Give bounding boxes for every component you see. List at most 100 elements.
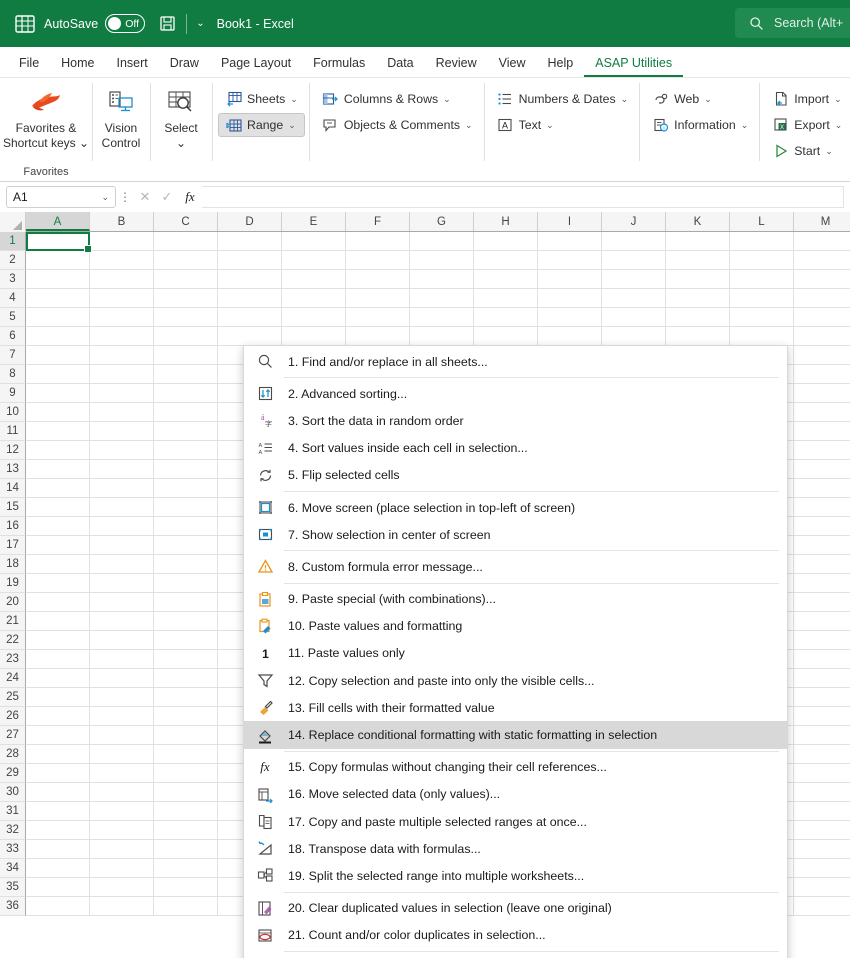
row-header-15[interactable]: 15 xyxy=(0,498,26,517)
cell-M21[interactable] xyxy=(794,612,850,631)
row-header-18[interactable]: 18 xyxy=(0,555,26,574)
tab-help[interactable]: Help xyxy=(537,49,585,77)
cell-A20[interactable] xyxy=(26,593,90,612)
autosave-toggle[interactable]: Off xyxy=(105,14,146,33)
tab-home[interactable]: Home xyxy=(50,49,105,77)
cell-G2[interactable] xyxy=(410,251,474,270)
cell-C21[interactable] xyxy=(154,612,218,631)
cell-B4[interactable] xyxy=(90,289,154,308)
cell-C23[interactable] xyxy=(154,650,218,669)
cell-A30[interactable] xyxy=(26,783,90,802)
cell-D3[interactable] xyxy=(218,270,282,289)
menu-item-7[interactable]: 7. Show selection in center of screen xyxy=(244,521,787,548)
cell-B14[interactable] xyxy=(90,479,154,498)
start-button[interactable]: Start ⌄ xyxy=(765,139,849,163)
cell-B8[interactable] xyxy=(90,365,154,384)
cell-B29[interactable] xyxy=(90,764,154,783)
cell-A27[interactable] xyxy=(26,726,90,745)
cell-B22[interactable] xyxy=(90,631,154,650)
row-header-22[interactable]: 22 xyxy=(0,631,26,650)
cell-L4[interactable] xyxy=(730,289,794,308)
cell-A10[interactable] xyxy=(26,403,90,422)
tab-view[interactable]: View xyxy=(488,49,537,77)
cell-G1[interactable] xyxy=(410,232,474,251)
cell-C29[interactable] xyxy=(154,764,218,783)
cell-D5[interactable] xyxy=(218,308,282,327)
cell-E2[interactable] xyxy=(282,251,346,270)
cell-D1[interactable] xyxy=(218,232,282,251)
cell-I5[interactable] xyxy=(538,308,602,327)
cell-C14[interactable] xyxy=(154,479,218,498)
cell-M32[interactable] xyxy=(794,821,850,840)
cell-A14[interactable] xyxy=(26,479,90,498)
cell-G6[interactable] xyxy=(410,327,474,346)
cell-C28[interactable] xyxy=(154,745,218,764)
cell-K1[interactable] xyxy=(666,232,730,251)
cell-D6[interactable] xyxy=(218,327,282,346)
range-dropdown-menu[interactable]: 1. Find and/or replace in all sheets... 2… xyxy=(243,345,788,958)
menu-item-2[interactable]: 2. Advanced sorting... xyxy=(244,380,787,407)
row-header-33[interactable]: 33 xyxy=(0,840,26,859)
cell-B16[interactable] xyxy=(90,517,154,536)
row-header-26[interactable]: 26 xyxy=(0,707,26,726)
cell-A36[interactable] xyxy=(26,897,90,916)
cell-I4[interactable] xyxy=(538,289,602,308)
cell-L1[interactable] xyxy=(730,232,794,251)
cell-E1[interactable] xyxy=(282,232,346,251)
cell-C26[interactable] xyxy=(154,707,218,726)
cell-C18[interactable] xyxy=(154,555,218,574)
cell-C36[interactable] xyxy=(154,897,218,916)
cell-M12[interactable] xyxy=(794,441,850,460)
cell-A3[interactable] xyxy=(26,270,90,289)
cell-C13[interactable] xyxy=(154,460,218,479)
row-header-2[interactable]: 2 xyxy=(0,251,26,270)
cell-A4[interactable] xyxy=(26,289,90,308)
cell-M29[interactable] xyxy=(794,764,850,783)
cell-M23[interactable] xyxy=(794,650,850,669)
cell-M16[interactable] xyxy=(794,517,850,536)
cell-M35[interactable] xyxy=(794,878,850,897)
cell-B23[interactable] xyxy=(90,650,154,669)
cell-M30[interactable] xyxy=(794,783,850,802)
cell-A21[interactable] xyxy=(26,612,90,631)
cell-M17[interactable] xyxy=(794,536,850,555)
cell-C7[interactable] xyxy=(154,346,218,365)
column-header-d[interactable]: D xyxy=(218,212,282,231)
columns-rows-button[interactable]: Columns & Rows ⌄ xyxy=(315,87,480,111)
tab-formulas[interactable]: Formulas xyxy=(302,49,376,77)
cell-A7[interactable] xyxy=(26,346,90,365)
cell-B31[interactable] xyxy=(90,802,154,821)
cell-C31[interactable] xyxy=(154,802,218,821)
cell-I6[interactable] xyxy=(538,327,602,346)
cell-G3[interactable] xyxy=(410,270,474,289)
column-header-g[interactable]: G xyxy=(410,212,474,231)
row-header-35[interactable]: 35 xyxy=(0,878,26,897)
cell-C2[interactable] xyxy=(154,251,218,270)
row-header-16[interactable]: 16 xyxy=(0,517,26,536)
row-header-24[interactable]: 24 xyxy=(0,669,26,688)
cell-H2[interactable] xyxy=(474,251,538,270)
cell-M28[interactable] xyxy=(794,745,850,764)
cell-A19[interactable] xyxy=(26,574,90,593)
cell-F1[interactable] xyxy=(346,232,410,251)
cell-M4[interactable] xyxy=(794,289,850,308)
row-header-10[interactable]: 10 xyxy=(0,403,26,422)
column-header-h[interactable]: H xyxy=(474,212,538,231)
cell-B21[interactable] xyxy=(90,612,154,631)
menu-item-4[interactable]: A A 4. Sort values inside each cell in sel… xyxy=(244,435,787,462)
favorites-shortcut-keys-button[interactable]: Favorites & Shortcut keys ⌄ xyxy=(0,81,92,150)
cell-I1[interactable] xyxy=(538,232,602,251)
cell-A17[interactable] xyxy=(26,536,90,555)
range-button[interactable]: Range ⌄ xyxy=(218,113,305,137)
cell-B27[interactable] xyxy=(90,726,154,745)
search-input[interactable]: Search (Alt+ xyxy=(735,8,850,38)
menu-item-3[interactable]: á 字 3. Sort the data in random order xyxy=(244,407,787,434)
cell-L3[interactable] xyxy=(730,270,794,289)
cell-C17[interactable] xyxy=(154,536,218,555)
vision-control-button[interactable]: Vision Control xyxy=(92,81,150,150)
cell-I2[interactable] xyxy=(538,251,602,270)
cell-L5[interactable] xyxy=(730,308,794,327)
formula-input[interactable] xyxy=(202,186,844,208)
row-header-8[interactable]: 8 xyxy=(0,365,26,384)
cell-A26[interactable] xyxy=(26,707,90,726)
